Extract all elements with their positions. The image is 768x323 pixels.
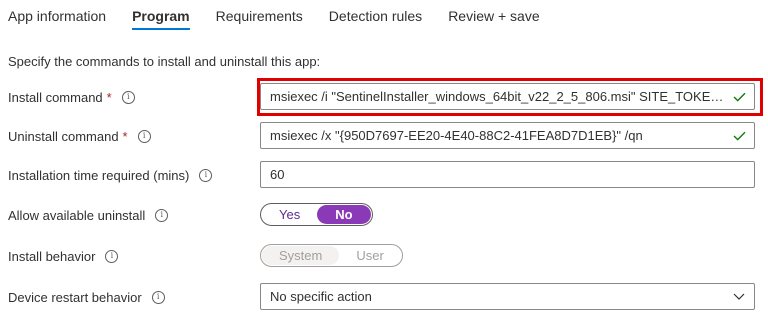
restart-behavior-value: No specific action	[270, 289, 372, 304]
tab-review-save[interactable]: Review + save	[448, 8, 539, 30]
uninstall-command-label: Uninstall command * i	[8, 120, 151, 152]
highlight-box	[257, 78, 763, 116]
info-icon[interactable]: i	[105, 249, 119, 263]
install-behavior-toggle: System User	[260, 244, 403, 267]
info-icon[interactable]: i	[199, 168, 213, 182]
allow-uninstall-toggle: Yes No	[260, 203, 373, 226]
uninstall-command-value: msiexec /x "{950D7697-EE20-4E40-88C2-41F…	[270, 128, 643, 143]
info-icon[interactable]: i	[155, 208, 169, 222]
allow-uninstall-no-option[interactable]: No	[317, 205, 371, 224]
required-asterisk: *	[106, 89, 112, 105]
restart-behavior-label: Device restart behavior i	[8, 281, 165, 313]
installation-time-label: Installation time required (mins) i	[8, 159, 213, 191]
restart-behavior-dropdown[interactable]: No specific action	[260, 283, 755, 310]
uninstall-command-input[interactable]: msiexec /x "{950D7697-EE20-4E40-88C2-41F…	[260, 122, 755, 149]
tab-requirements[interactable]: Requirements	[216, 8, 303, 30]
chevron-down-icon	[724, 293, 754, 300]
install-behavior-user-option: User	[356, 248, 384, 263]
checkmark-icon	[728, 131, 750, 141]
install-command-row: Install command * i msiexec /i "Sentinel…	[0, 78, 768, 116]
info-icon[interactable]: i	[137, 129, 151, 143]
section-description: Specify the commands to install and unin…	[8, 54, 321, 69]
allow-uninstall-label: Allow available uninstall i	[8, 199, 169, 231]
tab-detection-rules[interactable]: Detection rules	[329, 8, 422, 30]
restart-behavior-row: Device restart behavior i No specific ac…	[0, 281, 768, 313]
install-behavior-label-text: Install behavior	[8, 248, 96, 264]
install-behavior-system-option: System	[262, 246, 340, 265]
installation-time-input[interactable]: 60	[260, 161, 755, 188]
uninstall-command-label-text: Uninstall command	[8, 128, 119, 144]
allow-uninstall-yes-option[interactable]: Yes	[262, 205, 317, 224]
info-icon[interactable]: i	[121, 90, 135, 104]
tab-bar: App information Program Requirements Det…	[8, 8, 566, 36]
allow-uninstall-label-text: Allow available uninstall	[8, 207, 146, 223]
uninstall-command-row: Uninstall command * i msiexec /x "{950D7…	[0, 120, 768, 152]
required-asterisk: *	[122, 128, 128, 144]
install-behavior-label: Install behavior i	[8, 240, 119, 272]
tab-app-information[interactable]: App information	[8, 8, 106, 30]
tab-program[interactable]: Program	[132, 8, 190, 30]
restart-behavior-label-text: Device restart behavior	[8, 289, 142, 305]
allow-uninstall-row: Allow available uninstall i Yes No	[0, 199, 768, 231]
installation-time-row: Installation time required (mins) i 60	[0, 159, 768, 191]
install-command-label: Install command * i	[8, 81, 135, 113]
installation-time-value: 60	[270, 167, 285, 182]
info-icon[interactable]: i	[151, 290, 165, 304]
install-command-label-text: Install command	[8, 89, 103, 105]
install-behavior-row: Install behavior i System User	[0, 240, 768, 272]
installation-time-label-text: Installation time required (mins)	[8, 167, 190, 183]
